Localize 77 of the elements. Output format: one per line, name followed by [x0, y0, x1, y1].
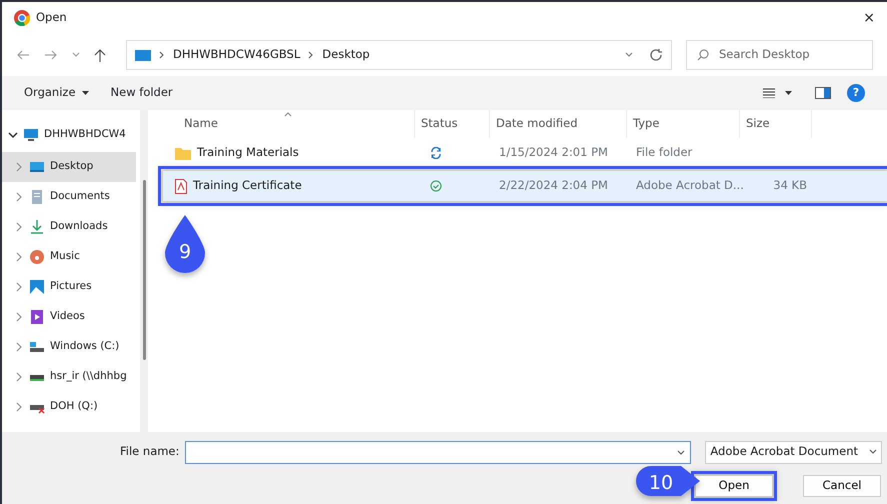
music-icon	[29, 249, 45, 265]
expand-chevron-icon[interactable]	[14, 342, 24, 352]
sidebar-item[interactable]: DOH (Q:)	[2, 392, 136, 422]
sidebar-item[interactable]: Documents	[2, 182, 136, 212]
drive-icon	[29, 339, 45, 355]
browser-logo-icon	[14, 10, 30, 26]
dropdown-caret-icon[interactable]	[82, 91, 89, 95]
sort-caret-icon	[284, 112, 292, 117]
refresh-icon[interactable]	[649, 48, 663, 62]
preview-pane-icon[interactable]	[815, 87, 831, 99]
file-type-dropdown[interactable]: Adobe Acrobat Document	[705, 440, 882, 464]
file-name-field[interactable]	[185, 440, 692, 464]
forward-icon[interactable]	[44, 49, 58, 61]
file-size: 34 KB	[772, 177, 808, 194]
scrollbar[interactable]	[143, 180, 146, 360]
expand-chevron-icon[interactable]	[14, 402, 24, 412]
picture-icon	[29, 279, 45, 295]
file-row[interactable]: Training Certificate 2/22/2024 2:04 PM Adobe Acrobat D... 34 KB	[163, 171, 887, 201]
column-header[interactable]: Date modified	[490, 110, 627, 138]
back-icon[interactable]	[16, 49, 30, 61]
expand-chevron-icon[interactable]	[14, 282, 24, 292]
view-options-icon[interactable]	[763, 88, 793, 98]
organize-button[interactable]: Organize	[24, 87, 76, 99]
check-circle-icon	[430, 180, 442, 192]
address-bar[interactable]: DHHWBHDCW46GBSL Desktop	[126, 40, 672, 70]
file-type: Adobe Acrobat D...	[635, 177, 743, 194]
file-row[interactable]: Training Materials 1/15/2024 2:01 PM File folder	[163, 138, 887, 168]
column-header[interactable]: Type	[627, 110, 740, 138]
window-title: Open	[36, 9, 68, 26]
file-name: Training Certificate	[193, 177, 302, 194]
chevron-icon	[159, 51, 165, 59]
callout-marker: 9	[165, 215, 205, 273]
column-header[interactable]: Status	[415, 110, 490, 138]
column-header[interactable]: Name	[160, 110, 415, 138]
sidebar-item[interactable]: Windows (C:)	[2, 332, 136, 362]
sidebar-item[interactable]: Desktop	[2, 152, 136, 182]
sidebar-item[interactable]: Downloads	[2, 212, 136, 242]
video-icon	[29, 309, 45, 325]
callout-marker: 10	[636, 466, 700, 496]
expand-chevron-icon[interactable]	[14, 372, 24, 382]
expand-chevron-icon[interactable]	[14, 252, 24, 262]
expand-chevron-icon[interactable]	[14, 192, 24, 202]
date-modified: 2/22/2024 2:04 PM	[498, 177, 609, 194]
help-button[interactable]: ?	[847, 84, 865, 102]
computer-icon	[23, 127, 39, 143]
dialog-button[interactable]: Cancel	[803, 475, 881, 497]
chevron-icon	[308, 51, 314, 59]
dropdown-caret-icon	[869, 449, 878, 455]
search-icon	[697, 49, 709, 61]
desktop-icon	[29, 159, 45, 175]
sidebar-item[interactable]: Pictures	[2, 272, 136, 302]
date-modified: 1/15/2024 2:01 PM	[498, 144, 609, 162]
sync-icon	[430, 147, 442, 159]
column-header[interactable]: Size	[740, 110, 812, 138]
close-button[interactable]: ×	[863, 11, 875, 25]
expand-chevron-icon[interactable]	[14, 222, 24, 232]
new-folder-button[interactable]: New folder	[110, 87, 173, 99]
folder-icon	[175, 146, 191, 160]
pdf-file-icon	[175, 178, 187, 194]
sidebar-item[interactable]: Music	[2, 242, 136, 272]
dropdown-caret-icon	[677, 450, 686, 456]
sidebar-item[interactable]: DHHWBHDCW4	[2, 118, 136, 152]
sidebar-item[interactable]: hsr_ir (\\dhhbg	[2, 362, 136, 392]
sidebar-item[interactable]: Videos	[2, 302, 136, 332]
expand-chevron-icon[interactable]	[14, 162, 24, 172]
collapse-chevron-icon[interactable]	[8, 130, 18, 140]
breadcrumb-item[interactable]: Desktop	[322, 46, 370, 64]
up-arrow-icon[interactable]	[94, 48, 106, 62]
search-field[interactable]: Search Desktop	[686, 40, 873, 70]
download-icon	[29, 219, 45, 235]
breadcrumb-item[interactable]: DHHWBHDCW46GBSL	[173, 46, 300, 64]
file-type: File folder	[635, 144, 694, 162]
file-name: Training Materials	[197, 144, 299, 162]
computer-icon	[135, 49, 151, 61]
document-icon	[29, 189, 45, 205]
expand-chevron-icon[interactable]	[14, 312, 24, 322]
file-name-label: File name:	[120, 443, 180, 460]
